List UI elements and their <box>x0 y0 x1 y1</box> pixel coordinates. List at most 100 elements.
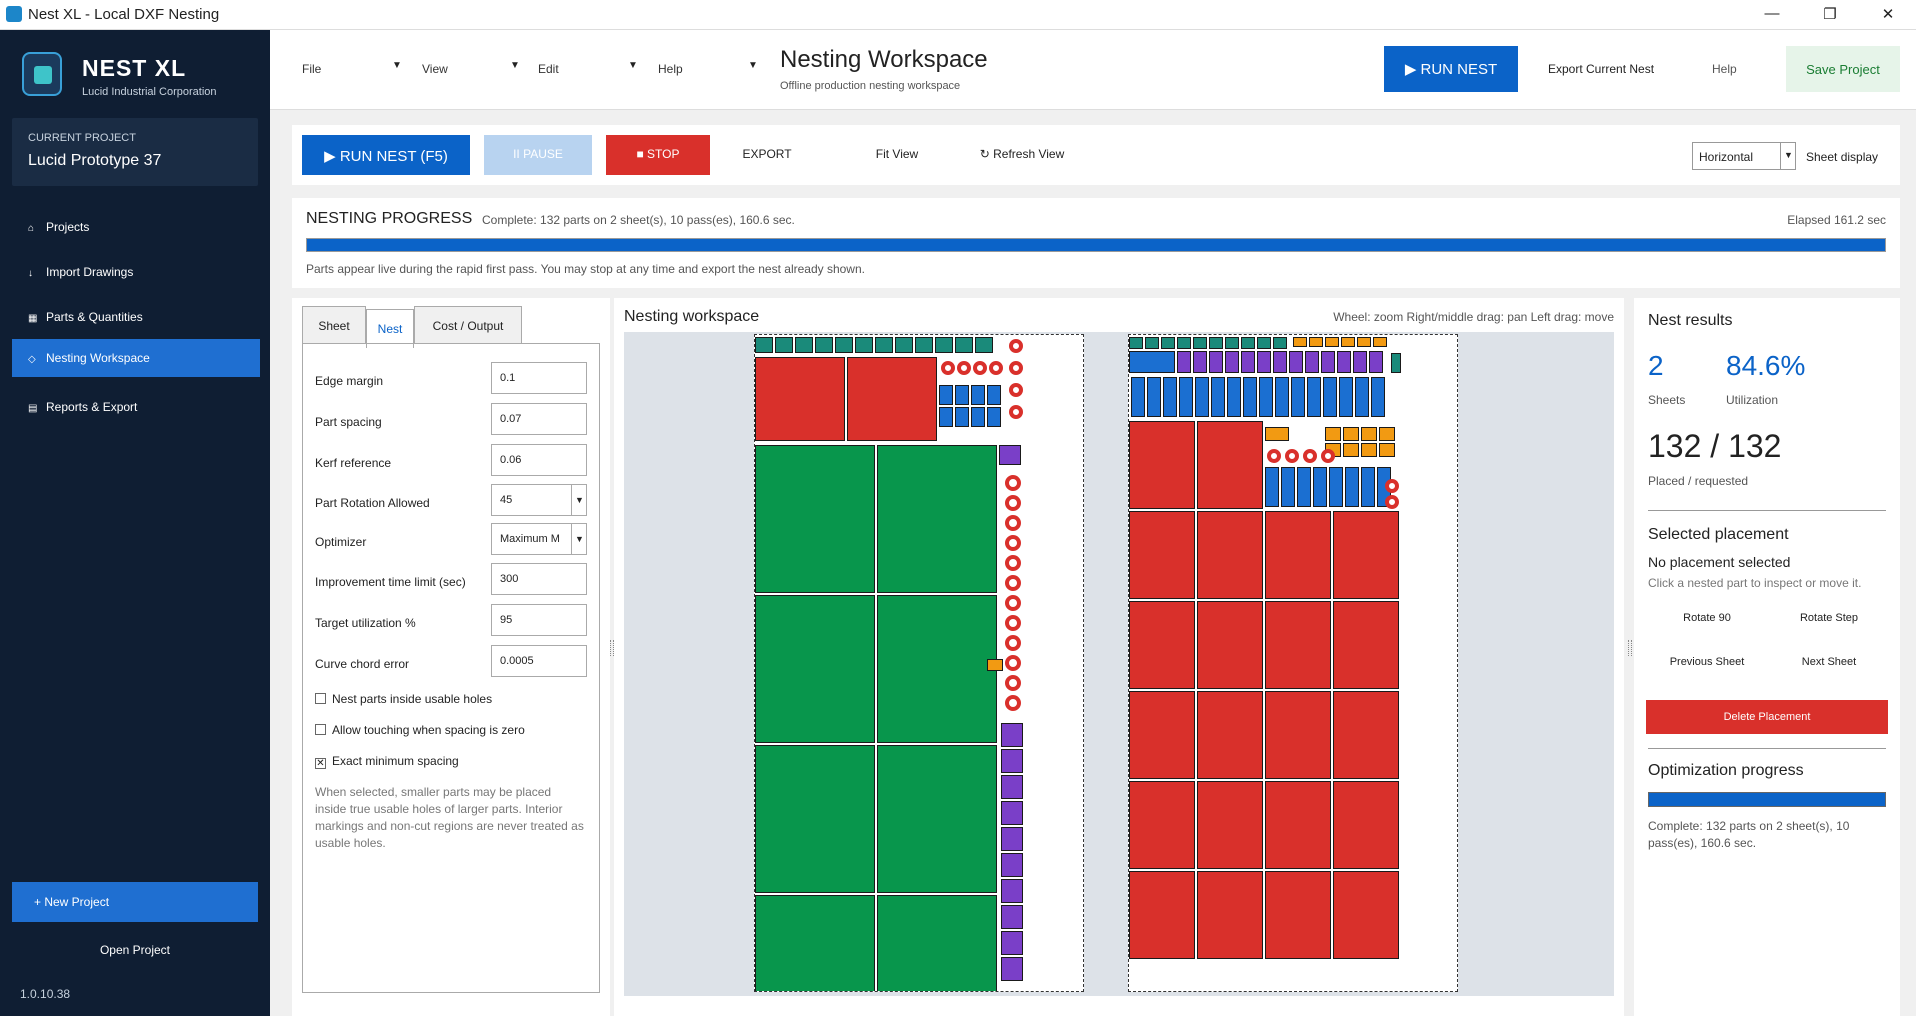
nested-part[interactable] <box>1259 377 1273 417</box>
nested-part[interactable] <box>1353 351 1367 373</box>
nest-canvas[interactable] <box>624 332 1614 996</box>
run-nest-f5-button[interactable]: ▶ RUN NEST (F5) <box>302 135 470 175</box>
run-nest-button[interactable]: ▶ RUN NEST <box>1384 46 1518 92</box>
nested-part[interactable] <box>1275 377 1289 417</box>
nested-part[interactable] <box>1197 691 1263 779</box>
ring-part[interactable] <box>957 361 971 375</box>
previous-sheet-button[interactable]: Previous Sheet <box>1652 656 1762 668</box>
nested-part[interactable] <box>1265 511 1331 599</box>
nested-part[interactable] <box>1163 377 1177 417</box>
nested-part[interactable] <box>1257 351 1271 373</box>
nested-part[interactable] <box>1129 337 1143 349</box>
ring-part[interactable] <box>1009 405 1023 419</box>
ring-part[interactable] <box>1267 449 1281 463</box>
chevron-down-icon[interactable]: ▼ <box>628 60 638 71</box>
refresh-view-button[interactable]: ↻ Refresh View <box>962 135 1082 175</box>
sidebar-item-projects[interactable]: ⌂ Projects <box>12 208 260 246</box>
nested-part[interactable] <box>847 357 937 441</box>
nested-part[interactable] <box>1333 601 1399 689</box>
target-utilization-field[interactable]: 95 <box>491 604 587 636</box>
nested-part[interactable] <box>1265 781 1331 869</box>
nested-part[interactable] <box>1129 871 1195 959</box>
nest-inside-holes-checkbox[interactable]: Nest parts inside usable holes <box>315 692 492 706</box>
nested-part[interactable] <box>1197 601 1263 689</box>
nested-part[interactable] <box>1297 467 1311 507</box>
nested-part[interactable] <box>877 595 997 743</box>
nested-part[interactable] <box>1225 337 1239 349</box>
ring-part[interactable] <box>1285 449 1299 463</box>
nested-part[interactable] <box>1129 511 1195 599</box>
maximize-icon[interactable]: ❐ <box>1820 5 1840 23</box>
improvement-time-field[interactable]: 300 <box>491 563 587 595</box>
nested-part[interactable] <box>835 337 853 353</box>
nested-part[interactable] <box>915 337 933 353</box>
export-current-nest-button[interactable]: Export Current Nest <box>1548 62 1654 76</box>
delete-placement-button[interactable]: Delete Placement <box>1646 700 1888 734</box>
nested-part[interactable] <box>1323 377 1337 417</box>
curve-chord-error-field[interactable]: 0.0005 <box>491 645 587 677</box>
nested-part[interactable] <box>1197 421 1263 509</box>
ring-part[interactable] <box>1385 495 1399 509</box>
nested-part[interactable] <box>1211 377 1225 417</box>
nested-part[interactable] <box>1379 427 1395 441</box>
nested-part[interactable] <box>1225 351 1239 373</box>
sidebar-item-nesting-workspace[interactable]: ◇ Nesting Workspace <box>12 339 260 377</box>
nested-part[interactable] <box>1361 427 1377 441</box>
nested-part[interactable] <box>1001 931 1023 955</box>
nested-part[interactable] <box>987 385 1001 405</box>
nested-part[interactable] <box>755 595 875 743</box>
chevron-down-icon[interactable]: ▼ <box>571 523 587 555</box>
menu-help[interactable]: Help <box>658 62 683 76</box>
nested-part[interactable] <box>975 337 993 353</box>
ring-part[interactable] <box>1005 595 1021 611</box>
nested-part[interactable] <box>999 445 1021 465</box>
nested-part[interactable] <box>955 337 973 353</box>
nested-part[interactable] <box>1001 749 1023 773</box>
nested-part[interactable] <box>1291 377 1305 417</box>
nested-part[interactable] <box>1243 377 1257 417</box>
nested-part[interactable] <box>987 407 1001 427</box>
nest-sheet-1[interactable] <box>754 334 1084 992</box>
ring-part[interactable] <box>1005 635 1021 651</box>
allow-touching-checkbox[interactable]: Allow touching when spacing is zero <box>315 723 525 737</box>
checkbox-icon[interactable] <box>315 724 326 735</box>
open-project-button[interactable]: Open Project <box>12 936 258 964</box>
nested-part[interactable] <box>1001 853 1023 877</box>
nested-part[interactable] <box>1325 427 1341 441</box>
nested-part[interactable] <box>1309 337 1323 347</box>
nested-part[interactable] <box>1369 351 1383 373</box>
nested-part[interactable] <box>1001 905 1023 929</box>
nested-part[interactable] <box>971 385 985 405</box>
nested-part[interactable] <box>1129 691 1195 779</box>
nested-part[interactable] <box>815 337 833 353</box>
nested-part[interactable] <box>1001 801 1023 825</box>
chevron-down-icon[interactable]: ▼ <box>748 60 758 71</box>
nested-part[interactable] <box>1145 337 1159 349</box>
ring-part[interactable] <box>1005 515 1021 531</box>
ring-part[interactable] <box>1005 475 1021 491</box>
new-project-button[interactable]: + New Project <box>12 882 258 922</box>
nested-part[interactable] <box>1273 351 1287 373</box>
nested-part[interactable] <box>1265 467 1279 507</box>
checkbox-checked-icon[interactable]: ✕ <box>315 758 326 769</box>
save-project-button[interactable]: Save Project <box>1786 46 1900 92</box>
nested-part[interactable] <box>1193 351 1207 373</box>
ring-part[interactable] <box>1009 383 1023 397</box>
part-spacing-field[interactable]: 0.07 <box>491 403 587 435</box>
chevron-down-icon[interactable]: ▼ <box>510 60 520 71</box>
nested-part[interactable] <box>795 337 813 353</box>
kerf-reference-field[interactable]: 0.06 <box>491 444 587 476</box>
nested-part[interactable] <box>1001 827 1023 851</box>
sidebar-item-parts-quantities[interactable]: ▦ Parts & Quantities <box>12 298 260 336</box>
checkbox-icon[interactable] <box>315 693 326 704</box>
nested-part[interactable] <box>1361 443 1377 457</box>
ring-part[interactable] <box>1005 535 1021 551</box>
nested-part[interactable] <box>1241 351 1255 373</box>
nested-part[interactable] <box>1001 723 1023 747</box>
nested-part[interactable] <box>1147 377 1161 417</box>
ring-part[interactable] <box>1005 675 1021 691</box>
nested-part[interactable] <box>1293 337 1307 347</box>
nested-part[interactable] <box>1379 443 1395 457</box>
nested-part[interactable] <box>987 659 1003 671</box>
nested-part[interactable] <box>939 407 953 427</box>
